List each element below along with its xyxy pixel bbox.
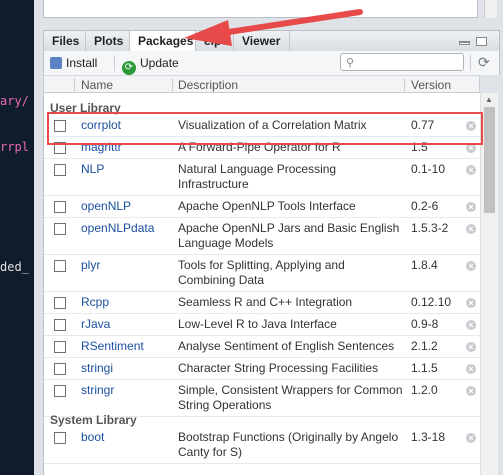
package-load-checkbox[interactable] <box>54 223 66 235</box>
package-load-checkbox[interactable] <box>54 201 66 213</box>
package-row[interactable]: stringi Character String Processing Facil… <box>44 358 481 380</box>
install-label: Install <box>66 56 98 70</box>
remove-package-icon[interactable]: × <box>466 298 476 308</box>
top-pane <box>43 0 478 18</box>
package-version: 1.5.3-2 <box>411 221 449 235</box>
toolbar-divider <box>470 55 471 71</box>
package-search-input[interactable] <box>340 53 464 71</box>
package-row[interactable]: boot Bootstrap Functions (Originally by A… <box>44 427 481 464</box>
list-scrollbar[interactable]: ▲ <box>480 93 498 475</box>
package-description: Seamless R and C++ Integration <box>178 295 353 309</box>
package-row[interactable]: plyr Tools for Splitting, Applying and Co… <box>44 255 481 292</box>
package-load-checkbox[interactable] <box>54 260 66 272</box>
code-fragment: ded_ <box>0 260 29 274</box>
package-version: 0.9-8 <box>411 317 439 331</box>
package-description: Apache OpenNLP Tools Interface <box>178 199 356 213</box>
package-load-checkbox[interactable] <box>54 341 66 353</box>
tab-help[interactable]: elp <box>196 31 234 51</box>
update-icon: ⟳ <box>122 61 136 75</box>
remove-package-icon[interactable]: × <box>466 342 476 352</box>
minimize-icon[interactable] <box>459 41 470 45</box>
package-version: 1.8.4 <box>411 258 438 272</box>
package-description: Analyse Sentiment of English Sentences <box>178 339 395 353</box>
tab-packages[interactable]: Packages <box>130 31 196 52</box>
remove-package-icon[interactable]: × <box>466 386 476 396</box>
column-divider <box>172 78 173 91</box>
column-divider <box>404 78 405 91</box>
remove-package-icon[interactable]: × <box>466 224 476 234</box>
column-description[interactable]: Description <box>178 78 238 92</box>
package-load-checkbox[interactable] <box>54 363 66 375</box>
maximize-icon[interactable] <box>476 37 487 46</box>
package-name-link[interactable]: openNLP <box>81 199 131 213</box>
package-load-checkbox[interactable] <box>54 164 66 176</box>
package-row[interactable]: RSentiment Analyse Sentiment of English S… <box>44 336 481 358</box>
package-row[interactable]: stringr Simple, Consistent Wrappers for C… <box>44 380 481 417</box>
package-description: Natural Language Processing Infrastructu… <box>178 162 337 191</box>
package-description: Tools for Splitting, Applying and Combin… <box>178 258 345 287</box>
code-fragment: ary/ <box>0 94 29 108</box>
highlight-box <box>47 112 483 145</box>
package-version: 0.1-10 <box>411 162 446 176</box>
package-row[interactable]: Rcpp Seamless R and C++ Integration 0.12.1… <box>44 292 481 314</box>
package-version: 0.12.10 <box>411 295 452 309</box>
package-version: 1.3-18 <box>411 430 446 444</box>
package-load-checkbox[interactable] <box>54 385 66 397</box>
package-table-header: Name Description Version <box>43 75 480 93</box>
remove-package-icon[interactable]: × <box>466 165 476 175</box>
package-version: 1.2.0 <box>411 383 438 397</box>
package-row[interactable]: openNLP Apache OpenNLP Tools Interface 0.2… <box>44 196 481 218</box>
pane-tabbar: Files Plots Packages elp Viewer <box>43 30 500 52</box>
package-name-link[interactable]: Rcpp <box>81 295 109 309</box>
package-name-link[interactable]: openNLPdata <box>81 221 154 235</box>
install-icon <box>50 57 62 69</box>
package-name-link[interactable]: NLP <box>81 162 104 176</box>
package-row[interactable]: NLP Natural Language Processing Infrastru… <box>44 159 481 196</box>
tab-plots[interactable]: Plots <box>86 31 130 51</box>
package-description: Apache OpenNLP Jars and Basic English La… <box>178 221 400 250</box>
remove-package-icon[interactable]: × <box>466 202 476 212</box>
package-name-link[interactable]: rJava <box>81 317 110 331</box>
package-name-link[interactable]: plyr <box>81 258 100 272</box>
code-fragment: rrpl <box>0 140 29 154</box>
update-label: Update <box>140 56 179 70</box>
package-name-link[interactable]: RSentiment <box>81 339 144 353</box>
package-description: Simple, Consistent Wrappers for Common S… <box>178 383 403 412</box>
package-version: 1.1.5 <box>411 361 438 375</box>
tab-files[interactable]: Files <box>44 31 86 51</box>
package-version: 0.2-6 <box>411 199 439 213</box>
package-name-link[interactable]: stringr <box>81 383 114 397</box>
toolbar-divider <box>114 55 115 71</box>
package-load-checkbox[interactable] <box>54 319 66 331</box>
package-name-link[interactable]: boot <box>81 430 104 444</box>
package-description: Low-Level R to Java Interface <box>178 317 337 331</box>
search-icon: ⚲ <box>346 57 355 69</box>
remove-package-icon[interactable]: × <box>466 261 476 271</box>
top-pane-scrollbar[interactable] <box>484 0 497 18</box>
package-load-checkbox[interactable] <box>54 297 66 309</box>
refresh-icon[interactable]: ⟳ <box>478 54 490 71</box>
packages-toolbar: Install ⟳ Update ⚲ ⟳ <box>43 51 500 75</box>
remove-package-icon[interactable]: × <box>466 433 476 443</box>
package-list: User Library corrplot Visualization of a … <box>43 93 481 475</box>
package-description: Character String Processing Facilities <box>178 361 379 375</box>
remove-package-icon[interactable]: × <box>466 320 476 330</box>
column-divider <box>74 78 75 91</box>
scroll-up-icon[interactable]: ▲ <box>485 95 493 104</box>
scrollbar-thumb[interactable] <box>484 107 495 213</box>
column-version[interactable]: Version <box>411 78 451 92</box>
tab-viewer[interactable]: Viewer <box>234 31 290 51</box>
package-name-link[interactable]: stringi <box>81 361 113 375</box>
package-load-checkbox[interactable] <box>54 432 66 444</box>
editor-pane: ary/ rrpl ded_ <box>0 0 34 475</box>
package-row[interactable]: rJava Low-Level R to Java Interface 0.9-8 × <box>44 314 481 336</box>
install-button[interactable]: Install <box>50 54 97 72</box>
system-library-heading: System Library <box>50 413 137 427</box>
column-name[interactable]: Name <box>81 78 113 92</box>
package-version: 2.1.2 <box>411 339 438 353</box>
package-description: Bootstrap Functions (Originally by Angel… <box>178 430 399 459</box>
package-row[interactable]: openNLPdata Apache OpenNLP Jars and Basic… <box>44 218 481 255</box>
update-button[interactable]: ⟳ Update <box>122 54 179 75</box>
remove-package-icon[interactable]: × <box>466 364 476 374</box>
